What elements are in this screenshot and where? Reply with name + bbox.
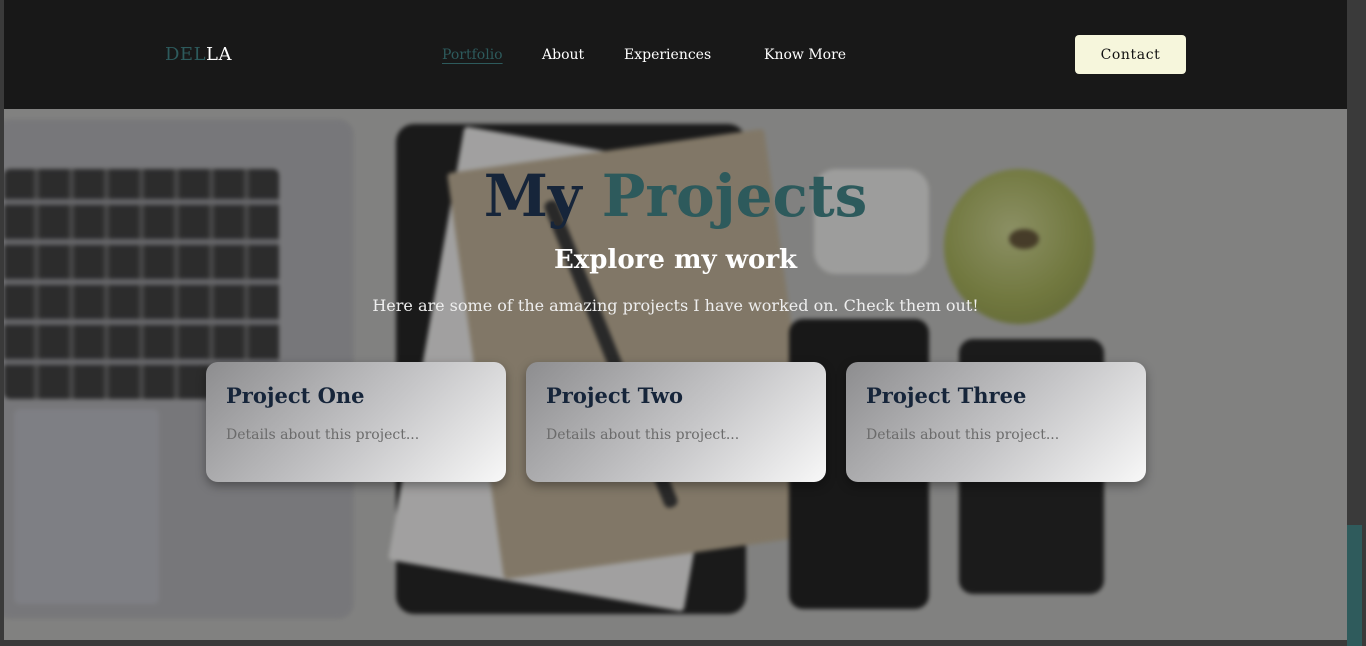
page-title: My Projects (4, 163, 1347, 229)
project-card-title: Project Two (546, 383, 684, 408)
hero-subtitle: Explore my work (553, 245, 798, 275)
hero-description: Here are some of the amazing projects I … (372, 296, 979, 315)
project-card-description: Details about this project... (546, 427, 740, 443)
logo-part-2: LA (206, 44, 232, 65)
nav-link-about[interactable]: About (542, 47, 584, 63)
title-word-1: My (483, 162, 582, 230)
scrollbar-thumb[interactable] (1347, 525, 1362, 646)
project-card-title: Project Three (866, 383, 1027, 408)
title-word-2: Projects (601, 162, 868, 230)
project-card-3[interactable]: Project Three Details about this project… (846, 362, 1146, 482)
project-card-description: Details about this project... (866, 427, 1060, 443)
page: DELLA Portfolio About Experiences Know M… (4, 0, 1347, 640)
nav-link-portfolio[interactable]: Portfolio (442, 47, 503, 63)
project-card-title: Project One (226, 383, 365, 408)
project-card-description: Details about this project... (226, 427, 420, 443)
contact-button[interactable]: Contact (1075, 35, 1186, 74)
nav-link-know-more[interactable]: Know More (764, 47, 846, 63)
navbar: DELLA Portfolio About Experiences Know M… (4, 0, 1347, 109)
logo-part-1: DEL (165, 44, 207, 65)
project-card-2[interactable]: Project Two Details about this project..… (526, 362, 826, 482)
logo[interactable]: DELLA (165, 44, 232, 65)
project-card-1[interactable]: Project One Details about this project..… (206, 362, 506, 482)
browser-frame: DELLA Portfolio About Experiences Know M… (0, 0, 1366, 646)
nav-link-experiences[interactable]: Experiences (624, 47, 711, 63)
